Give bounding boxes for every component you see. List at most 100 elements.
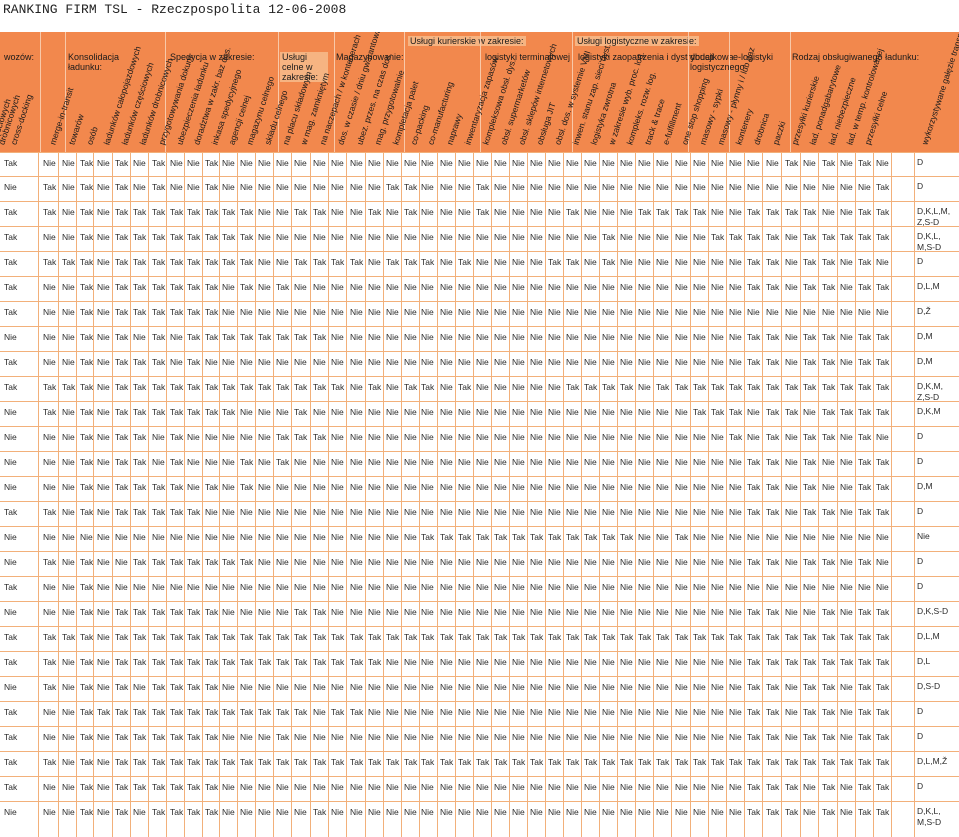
- table-cell: Tak: [766, 482, 780, 492]
- column-divider: [855, 152, 856, 837]
- table-cell: Nie: [258, 557, 271, 567]
- table-cell: Nie: [276, 532, 289, 542]
- table-cell: Nie: [258, 482, 271, 492]
- table-cell: Nie: [97, 407, 110, 417]
- table-cell: Nie: [222, 182, 235, 192]
- table-cell: Tak: [803, 457, 817, 467]
- table-cell: Nie: [62, 207, 75, 217]
- column-divider: [581, 152, 582, 837]
- table-cell: Tak: [152, 807, 166, 817]
- table-row: Tak Nie Nie Tak Nie Tak Tak Tak Tak Tak Tak Nie Tak N…: [0, 276, 959, 302]
- table-cell: Nie: [512, 432, 525, 442]
- table-cell: Tak: [729, 232, 743, 242]
- table-cell: Nie: [187, 582, 200, 592]
- table-cell: Tak: [858, 632, 872, 642]
- table-cell: Tak: [152, 407, 166, 417]
- table-cell: Tak: [840, 382, 854, 392]
- table-cell: Nie: [258, 307, 271, 317]
- table-cell: Nie: [494, 232, 507, 242]
- table-cell: Nie: [476, 557, 489, 567]
- table-cell: Nie: [785, 182, 798, 192]
- transport-modes-cell: D,L,M,Ž: [917, 756, 948, 766]
- table-cell: Tak: [602, 232, 616, 242]
- table-cell: Nie: [240, 582, 253, 592]
- table-cell: Tak: [440, 632, 454, 642]
- table-cell: Nie: [205, 457, 218, 467]
- table-cell: Nie: [368, 232, 381, 242]
- table-cell: Nie: [404, 232, 417, 242]
- table-cell: Nie: [822, 182, 835, 192]
- table-cell: Nie: [404, 532, 417, 542]
- table-cell: Nie: [566, 407, 579, 417]
- table-cell: Tak: [840, 407, 854, 417]
- table-cell: Nie: [711, 707, 724, 717]
- table-cell: Nie: [187, 457, 200, 467]
- table-cell: Nie: [494, 382, 507, 392]
- column-divider: [401, 152, 402, 837]
- table-cell: Tak: [822, 632, 836, 642]
- table-cell: Nie: [638, 332, 651, 342]
- table-cell: Tak: [222, 632, 236, 642]
- table-cell: Nie: [458, 482, 471, 492]
- table-cell: Nie: [476, 682, 489, 692]
- table-cell: Nie: [530, 282, 543, 292]
- table-cell: Nie: [62, 532, 75, 542]
- page-title: RANKING FIRM TSL - Rzeczpospolita 12-06-…: [3, 2, 347, 17]
- table-cell: Nie: [458, 207, 471, 217]
- table-cell: Tak: [133, 382, 147, 392]
- table-cell: Nie: [4, 557, 17, 567]
- table-cell: Tak: [858, 282, 872, 292]
- table-cell: Nie: [133, 332, 146, 342]
- table-cell: Nie: [876, 307, 889, 317]
- table-cell: Nie: [440, 457, 453, 467]
- table-cell: Nie: [43, 457, 56, 467]
- table-cell: Nie: [258, 807, 271, 817]
- table-cell: Nie: [404, 732, 417, 742]
- table-cell: Nie: [386, 482, 399, 492]
- transport-modes-cell: D,K,M, Z,S-D: [917, 381, 943, 402]
- table-cell: Tak: [840, 632, 854, 642]
- table-cell: Nie: [133, 807, 146, 817]
- table-cell: Nie: [258, 432, 271, 442]
- table-cell: Tak: [386, 632, 400, 642]
- table-cell: Nie: [512, 582, 525, 592]
- table-cell: Nie: [350, 207, 363, 217]
- table-cell: Nie: [494, 782, 507, 792]
- table-cell: Nie: [494, 332, 507, 342]
- table-cell: Nie: [638, 782, 651, 792]
- column-divider: [873, 152, 874, 837]
- table-cell: Nie: [785, 307, 798, 317]
- table-cell: Nie: [62, 557, 75, 567]
- table-cell: Tak: [822, 257, 836, 267]
- transport-modes-cell: D: [917, 506, 924, 516]
- table-cell: Nie: [729, 657, 742, 667]
- column-divider: [617, 152, 618, 837]
- table-cell: Nie: [530, 557, 543, 567]
- table-cell: Tak: [858, 657, 872, 667]
- table-cell: Tak: [458, 532, 472, 542]
- table-cell: Nie: [258, 682, 271, 692]
- table-cell: Nie: [350, 232, 363, 242]
- table-cell: Nie: [476, 257, 489, 267]
- table-cell: Nie: [656, 182, 669, 192]
- table-cell: Tak: [115, 382, 129, 392]
- table-cell: Tak: [822, 557, 836, 567]
- header-group-dodatkowa: dodatkowa logistycznego: [690, 52, 745, 72]
- table-cell: Nie: [62, 657, 75, 667]
- table-cell: Nie: [638, 158, 651, 168]
- table-cell: Nie: [80, 532, 93, 542]
- table-cell: Nie: [548, 732, 561, 742]
- table-cell: Tak: [152, 182, 166, 192]
- column-divider: [726, 152, 727, 837]
- table-cell: Nie: [840, 532, 853, 542]
- table-row: Nie Tak Nie Tak Nie Tak Tak Tak Tak Tak Tak Tak Nie N…: [0, 401, 959, 427]
- table-cell: Tak: [822, 757, 836, 767]
- table-cell: Nie: [331, 158, 344, 168]
- table-cell: Tak: [170, 307, 184, 317]
- table-cell: Tak: [785, 382, 799, 392]
- table-cell: Nie: [584, 582, 597, 592]
- table-cell: Tak: [187, 332, 201, 342]
- table-cell: Nie: [785, 607, 798, 617]
- table-cell: Tak: [822, 807, 836, 817]
- table-cell: Tak: [620, 532, 634, 542]
